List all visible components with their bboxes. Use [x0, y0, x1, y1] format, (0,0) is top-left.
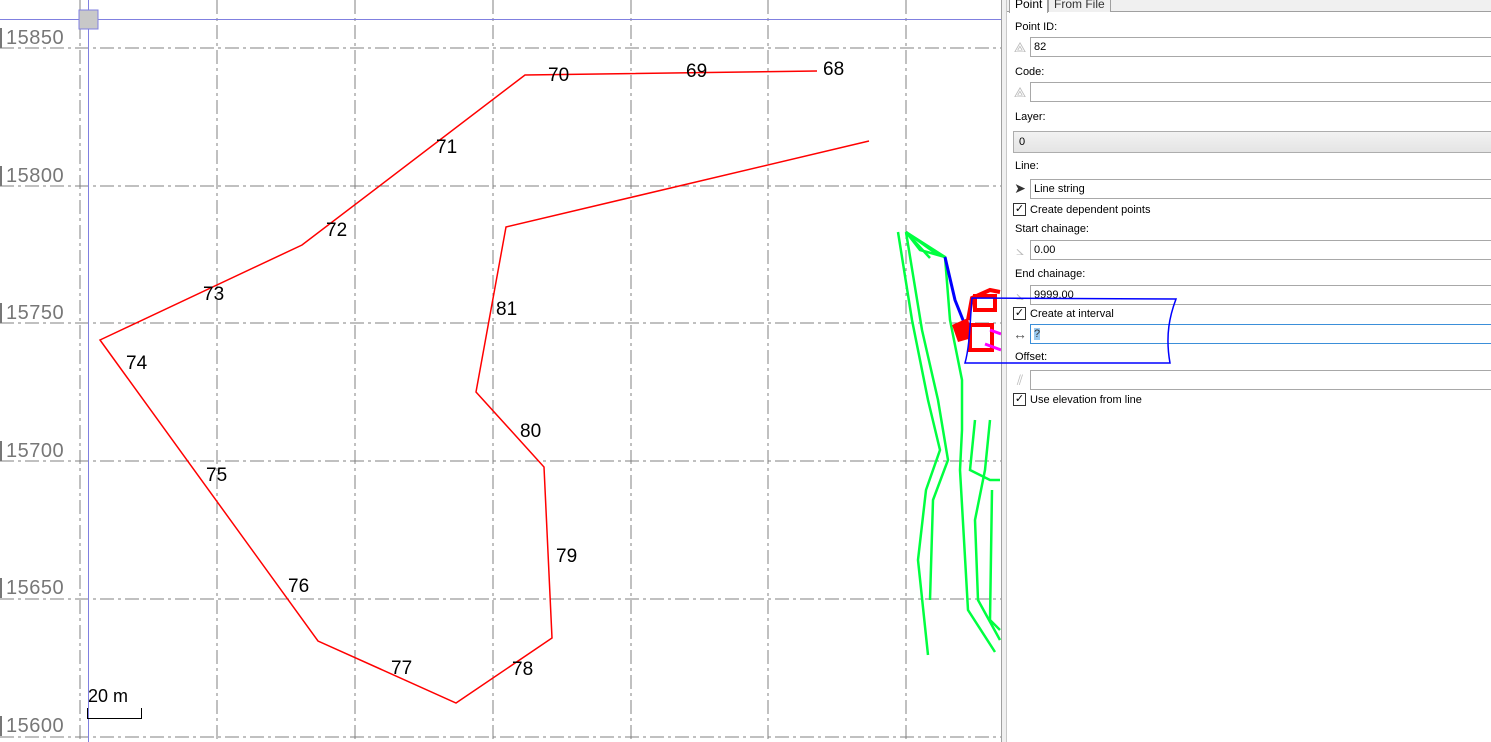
- chainage-pick-icon[interactable]: ⦣: [1011, 241, 1029, 259]
- create-dependent-checkbox[interactable]: ✓ Create dependent points: [1013, 203, 1150, 216]
- interval-field[interactable]: ?: [1030, 324, 1491, 344]
- offset-field[interactable]: [1030, 370, 1491, 390]
- create-dependent-label: Create dependent points: [1030, 203, 1151, 216]
- use-elevation-checkbox[interactable]: ✓ Use elevation from line: [1013, 393, 1142, 406]
- tab-from-file[interactable]: From File: [1048, 0, 1111, 12]
- interval-icon: ↔: [1013, 326, 1027, 342]
- code-label: Code:: [1015, 66, 1045, 78]
- line-label: Line:: [1015, 160, 1039, 172]
- use-elevation-label: Use elevation from line: [1030, 393, 1142, 406]
- y-axis-label: 15850: [0, 28, 64, 48]
- point-label[interactable]: 77: [391, 659, 412, 679]
- point-label[interactable]: 81: [496, 300, 517, 320]
- pick-line-arrow-icon[interactable]: ➤: [1011, 179, 1029, 197]
- y-axis-label: 15750: [0, 303, 64, 323]
- grid: [0, 0, 1001, 742]
- point-id-label: Point ID:: [1015, 21, 1058, 33]
- point-label[interactable]: 69: [686, 62, 707, 82]
- point-label[interactable]: 75: [206, 466, 227, 486]
- tab-bar: Point From File: [1007, 0, 1491, 13]
- line-field[interactable]: Line string: [1030, 179, 1491, 199]
- code-pick-icon[interactable]: ⟁: [1011, 83, 1029, 101]
- checkbox-box[interactable]: ✓: [1013, 307, 1026, 320]
- cursor-box: [78, 9, 99, 30]
- point-label[interactable]: 76: [288, 577, 309, 597]
- point-label[interactable]: 80: [520, 422, 541, 442]
- point-panel: Point From File Point ID: ⟁ 82 Code: ⟁ L…: [1007, 0, 1491, 742]
- create-at-interval-checkbox[interactable]: ✓ Create at interval: [1013, 307, 1114, 320]
- point-label[interactable]: 71: [436, 138, 457, 158]
- y-axis-label: 15600: [0, 716, 64, 736]
- point-label[interactable]: 72: [326, 221, 347, 241]
- code-field[interactable]: [1030, 82, 1491, 102]
- layer-select[interactable]: 0: [1013, 131, 1491, 153]
- scale-bar: [87, 708, 142, 719]
- point-label[interactable]: 79: [556, 547, 577, 567]
- checkbox-box[interactable]: ✓: [1013, 203, 1026, 216]
- point-label[interactable]: 68: [823, 60, 844, 80]
- create-at-interval-label: Create at interval: [1030, 307, 1114, 320]
- point-label[interactable]: 78: [512, 660, 533, 680]
- scale-label: 20 m: [88, 686, 129, 706]
- end-chainage-label: End chainage:: [1015, 268, 1086, 280]
- offset-pick-icon[interactable]: ⫽: [1011, 371, 1029, 389]
- point-pick-icon[interactable]: ⟁: [1011, 38, 1029, 56]
- red-structure: [966, 287, 1001, 352]
- y-axis-label: 15650: [0, 578, 64, 598]
- interval-selected-text: ?: [1034, 328, 1041, 340]
- start-chainage-field[interactable]: 0.00: [1030, 240, 1491, 260]
- tab-point[interactable]: Point: [1009, 0, 1049, 13]
- chainage-pick-icon[interactable]: ⦣: [1011, 286, 1029, 304]
- drawing-canvas[interactable]: 15850 15800 15750 15700 15650 15600 68 6…: [0, 0, 1001, 742]
- end-chainage-field[interactable]: 9999.00: [1030, 285, 1491, 305]
- start-chainage-label: Start chainage:: [1015, 223, 1089, 235]
- y-axis-label: 15700: [0, 441, 64, 461]
- layer-label: Layer:: [1015, 111, 1046, 123]
- point-label[interactable]: 74: [126, 354, 147, 374]
- offset-label: Offset:: [1015, 351, 1048, 363]
- point-label[interactable]: 70: [548, 66, 569, 86]
- point-label[interactable]: 73: [203, 285, 224, 305]
- point-id-field[interactable]: 82: [1030, 37, 1491, 57]
- red-marker: [952, 318, 972, 342]
- survey-line[interactable]: [98, 70, 870, 704]
- y-axis-label: 15800: [0, 166, 64, 186]
- drawing-svg: [0, 0, 1001, 742]
- checkbox-box[interactable]: ✓: [1013, 393, 1026, 406]
